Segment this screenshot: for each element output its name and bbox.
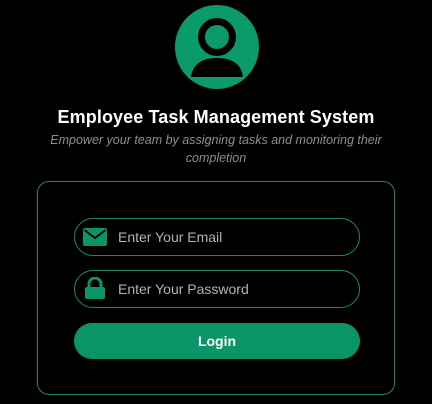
email-input[interactable]	[118, 219, 348, 255]
user-avatar-icon	[175, 5, 259, 89]
password-field[interactable]	[74, 270, 360, 308]
password-input[interactable]	[118, 271, 348, 307]
lock-icon	[83, 276, 107, 299]
page-title: Employee Task Management System	[57, 107, 375, 127]
login-page: Employee Task Management System Empower …	[0, 0, 432, 404]
login-button[interactable]: Login	[74, 323, 360, 359]
page-subtitle: Empower your team by assigning tasks and…	[50, 133, 382, 165]
envelope-icon	[83, 227, 107, 247]
email-field[interactable]	[74, 218, 360, 256]
